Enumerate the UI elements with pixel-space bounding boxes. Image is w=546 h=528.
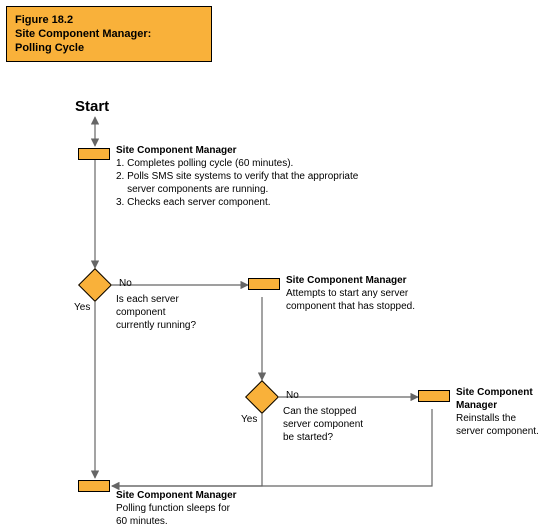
node-sleep-text: Site Component Manager Polling function … bbox=[116, 489, 296, 528]
decision1-question: Is each server component currently runni… bbox=[116, 293, 236, 332]
decision-q-line: component bbox=[116, 306, 236, 319]
node-reinstall-text: Site Component Manager Reinstalls the se… bbox=[456, 386, 546, 438]
node-sleep bbox=[78, 480, 110, 492]
decision-q-line: Can the stopped bbox=[283, 405, 403, 418]
node-heading2: Manager bbox=[456, 399, 546, 412]
decision-q-line: be started? bbox=[283, 431, 403, 444]
node-heading: Site Component bbox=[456, 386, 546, 399]
decision-q-line: currently running? bbox=[116, 319, 236, 332]
node-line: Reinstalls the bbox=[456, 412, 546, 425]
decision-q-line: Is each server bbox=[116, 293, 236, 306]
node-line: server components are running. bbox=[116, 183, 446, 196]
decision1-no-label: No bbox=[119, 278, 132, 289]
node-polling-cycle bbox=[78, 148, 110, 160]
decision2-yes-label: Yes bbox=[241, 414, 257, 425]
node-line: 1. Completes polling cycle (60 minutes). bbox=[116, 157, 446, 170]
node-line: component that has stopped. bbox=[286, 300, 466, 313]
node-line: Attempts to start any server bbox=[286, 287, 466, 300]
decision2-question: Can the stopped server component be star… bbox=[283, 405, 403, 444]
node-line: 3. Checks each server component. bbox=[116, 196, 446, 209]
node-line: Polling function sleeps for bbox=[116, 502, 296, 515]
decision1-yes-label: Yes bbox=[74, 302, 90, 313]
node-line: server component. bbox=[456, 425, 546, 438]
decision-q-line: server component bbox=[283, 418, 403, 431]
node-start-component-text: Site Component Manager Attempts to start… bbox=[286, 274, 466, 313]
node-heading: Site Component Manager bbox=[116, 144, 446, 157]
decision2-no-label: No bbox=[286, 390, 299, 401]
node-reinstall bbox=[418, 390, 450, 402]
node-heading: Site Component Manager bbox=[286, 274, 466, 287]
node-line: 2. Polls SMS site systems to verify that… bbox=[116, 170, 446, 183]
node-polling-cycle-text: Site Component Manager 1. Completes poll… bbox=[116, 144, 446, 209]
node-line: 60 minutes. bbox=[116, 515, 296, 528]
flow-connectors bbox=[0, 0, 546, 528]
node-heading: Site Component Manager bbox=[116, 489, 296, 502]
node-start-component bbox=[248, 278, 280, 290]
